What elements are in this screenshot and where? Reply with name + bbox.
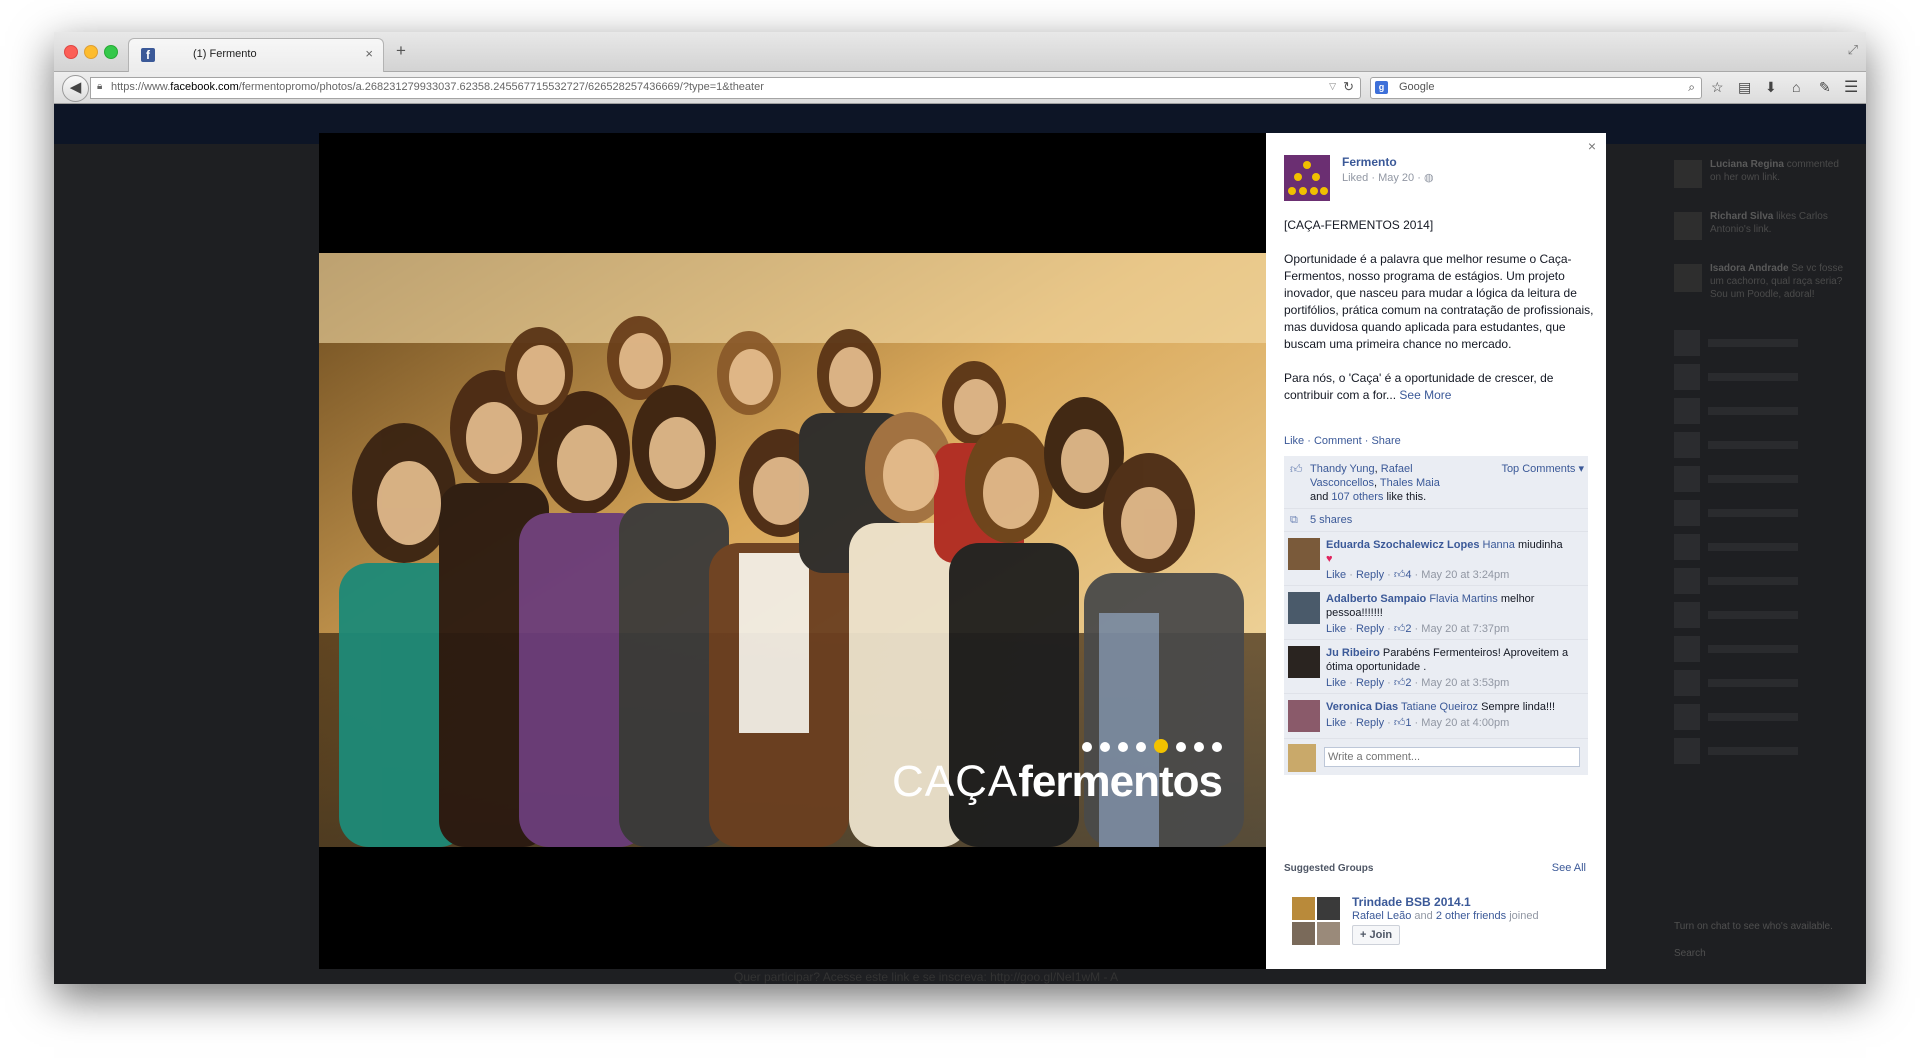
tab-strip: f (1) Fermento × + ⤢ [54,32,1866,72]
chat-contact[interactable] [1674,432,1854,460]
suggested-groups-heading: Suggested Groups [1284,863,1374,874]
chat-footer[interactable]: Turn on chat to see who's available. Sea… [1674,920,1854,960]
chat-contact[interactable] [1674,568,1854,596]
reading-list-icon[interactable]: ▤ [1738,79,1751,96]
share-link[interactable]: Share [1371,435,1400,447]
avatar[interactable] [1288,646,1320,678]
comment: Adalberto Sampaio Flavia Martins melhor … [1284,586,1588,640]
group-name-link[interactable]: Trindade BSB 2014.1 [1352,895,1471,909]
search-icon[interactable]: ⌕ [1688,80,1695,95]
caca-fermentos-logo: CAÇAfermentos [892,757,1223,806]
search-placeholder: Google [1399,81,1435,93]
home-icon[interactable]: ⌂ [1792,79,1800,95]
chat-contact[interactable] [1674,738,1854,766]
extension-icon[interactable]: ✎ [1819,79,1831,96]
minimize-window-button[interactable] [84,45,98,59]
close-theater-button[interactable]: × [1588,138,1596,154]
ticker-item[interactable]: Richard Silva likes Carlos Antonio's lin… [1674,210,1854,254]
avatar[interactable] [1288,700,1320,732]
google-engine-icon[interactable]: g [1375,81,1388,94]
avatar [1674,212,1702,240]
comment: Ju Ribeiro Parabéns Fermenteiros! Aprove… [1284,640,1588,694]
page-name-link[interactable]: Fermento [1342,155,1397,169]
see-all-link[interactable]: See All [1552,862,1586,874]
maximize-window-button[interactable] [104,45,118,59]
likes-summary: 👍︎ Thandy Yung, Rafael Vasconcellos, Tha… [1284,456,1588,509]
chat-contact[interactable] [1674,364,1854,392]
search-bar[interactable]: g Google ⌕ [1370,77,1702,99]
like-count-icon: 👍︎ [1393,623,1406,635]
group-friends-joined: Rafael Leão and 2 other friends joined [1352,910,1539,922]
caca-fermentos-logo-icons [1082,739,1222,753]
comment: Veronica Dias Tatiane Queiroz Sempre lin… [1284,694,1588,739]
comment-composer [1284,739,1588,775]
page-avatar[interactable] [1284,155,1330,201]
photo-sidebar: × Fermento Liked · May 20 · ◍ [CAÇA-FERM… [1266,133,1606,969]
comment: Eduarda Szochalewicz Lopes Hanna miudinh… [1284,532,1588,586]
group-avatar[interactable] [1292,897,1340,945]
chat-search[interactable]: Search [1674,947,1854,960]
avatar[interactable] [1288,592,1320,624]
facebook-favicon-icon: f [141,48,155,62]
avatar[interactable] [1288,538,1320,570]
tab-fermento[interactable]: f (1) Fermento × [128,38,384,72]
new-tab-button[interactable]: + [396,42,406,59]
reload-icon[interactable]: ↻ [1343,79,1354,95]
post-actions: Like · Comment · Share [1284,435,1401,447]
chat-contact[interactable] [1674,636,1854,664]
see-more-link[interactable]: See More [1399,388,1451,402]
tab-close-button[interactable]: × [365,46,373,61]
post-title: [CAÇA-FERMENTOS 2014] [1284,218,1434,232]
ticker-sidebar: Luciana Regina commented on her own link… [1674,158,1854,772]
chat-contact[interactable] [1674,466,1854,494]
chat-contact[interactable] [1674,500,1854,528]
navigation-bar: ◀ 🔒︎ https://www.facebook.com/fermentopr… [54,72,1866,104]
photo-stage[interactable]: CAÇAfermentos [319,133,1266,969]
heart-icon: ♥ [1326,553,1333,565]
feedback-box: 👍︎ Thandy Yung, Rafael Vasconcellos, Tha… [1284,456,1588,775]
lock-icon: 🔒︎ [97,81,103,92]
close-window-button[interactable] [64,45,78,59]
share-icon: ⧉ [1290,514,1298,526]
background-post-text: Quer participar? Acesse este link e se i… [734,970,1119,984]
like-link[interactable]: Like [1284,435,1304,447]
chat-contact[interactable] [1674,670,1854,698]
avatar [1674,160,1702,188]
url-bar[interactable]: 🔒︎ https://www.facebook.com/fermentoprom… [90,77,1361,99]
shares-link[interactable]: 5 shares [1310,514,1352,526]
like-count-icon: 👍︎ [1393,569,1406,581]
url-dropdown-icon[interactable]: ▽ [1329,81,1336,92]
chat-contact[interactable] [1674,704,1854,732]
avatar [1674,264,1702,292]
write-comment-input[interactable] [1324,747,1580,767]
ticker-item[interactable]: Isadora Andrade Se vc fosse um cachorro,… [1674,262,1854,322]
menu-icon[interactable]: ☰ [1844,77,1858,97]
top-comments-dropdown[interactable]: Top Comments ▾ [1501,462,1584,475]
chat-contact[interactable] [1674,534,1854,562]
post-text: [CAÇA-FERMENTOS 2014] Oportunidade é a p… [1284,217,1594,404]
shares-summary: ⧉ 5 shares [1284,509,1588,532]
globe-icon: ◍ [1423,172,1434,184]
chat-contact[interactable] [1674,330,1854,358]
like-count-icon: 👍︎ [1393,717,1406,729]
group-photo: CAÇAfermentos [319,253,1266,847]
back-button[interactable]: ◀ [62,75,89,102]
browser-window: f (1) Fermento × + ⤢ ◀ 🔒︎ https://www.fa… [54,32,1866,984]
url-text: https://www.facebook.com/fermentopromo/p… [111,81,764,93]
like-count-icon: 👍︎ [1393,677,1406,689]
chat-contact[interactable] [1674,398,1854,426]
avatar [1288,744,1316,772]
tab-title: (1) Fermento [193,48,257,60]
comment-link[interactable]: Comment [1314,435,1362,447]
post-meta: Liked · May 20 · ◍ [1342,172,1434,184]
downloads-icon[interactable]: ⬇ [1765,79,1777,96]
thumbs-up-icon: 👍︎ [1290,462,1303,476]
fullscreen-icon[interactable]: ⤢ [1848,42,1858,58]
join-group-button[interactable]: + Join [1352,925,1401,945]
post-paragraph: Oportunidade é a palavra que melhor resu… [1284,252,1594,351]
bookmark-star-icon[interactable]: ☆ [1711,79,1724,96]
ticker-item[interactable]: Luciana Regina commented on her own link… [1674,158,1854,202]
chat-contact[interactable] [1674,602,1854,630]
